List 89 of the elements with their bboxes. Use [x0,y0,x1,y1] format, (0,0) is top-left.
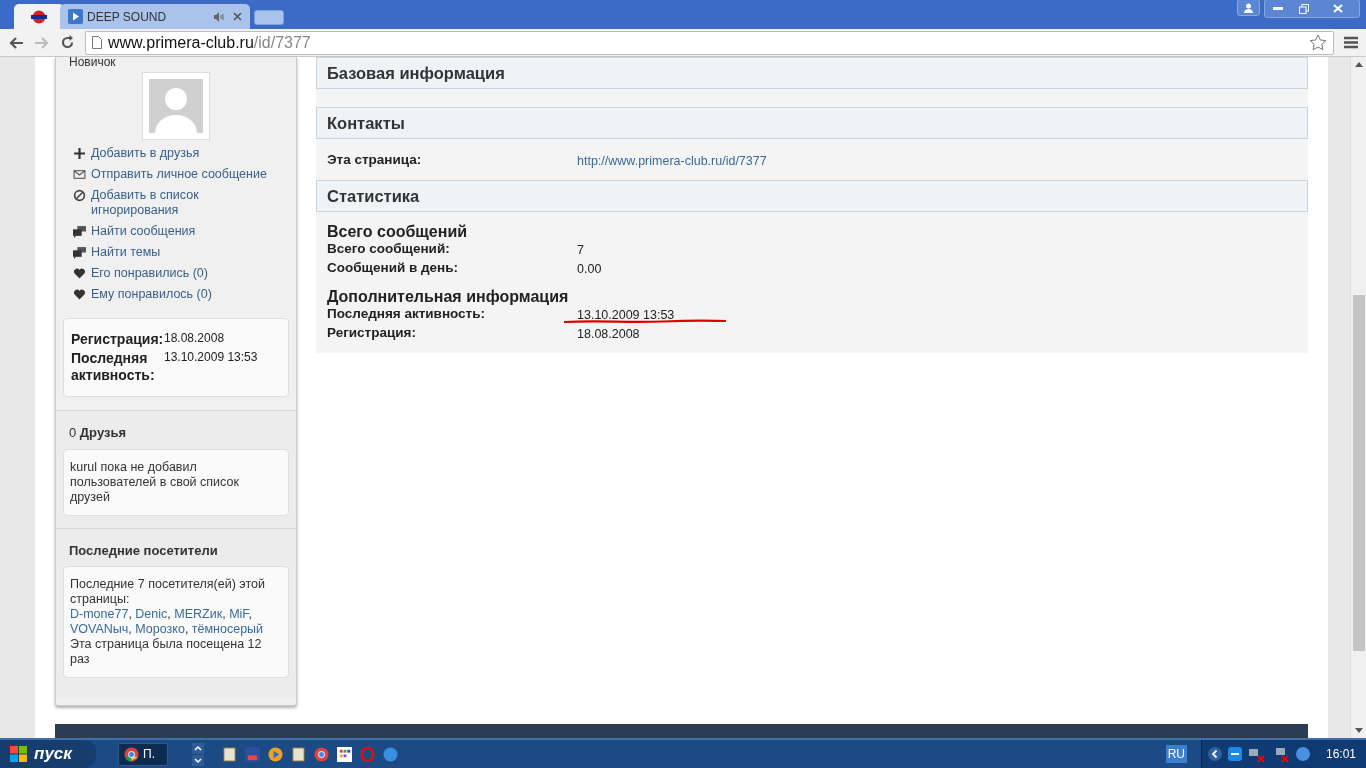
quick-launch-icon[interactable] [222,746,237,762]
scrollbar[interactable] [1350,57,1366,738]
info-label: Последняя активность: [71,350,156,384]
section-header: Контакты [316,107,1308,139]
separator-comma: , [184,622,189,636]
group-heading: Всего сообщений [327,224,469,240]
field-value: 0.00 [577,262,602,276]
field-label: Последняя активность: [327,305,487,323]
close-icon [1333,4,1343,13]
restore-icon [1299,3,1309,14]
field-label: Сообщений в день: [327,259,460,277]
language-indicator[interactable]: RU [1165,745,1187,763]
profile-action-link[interactable]: Найти сообщения [91,224,196,239]
clock-text: 16:01 [1325,746,1356,763]
taskbar-window-button[interactable]: П. [118,742,168,766]
menu-icon[interactable] [1344,36,1358,49]
url-text: www.primera-club.ru/id/7377 [108,32,311,53]
windows-logo-icon [10,745,28,763]
profile-button[interactable] [1237,0,1260,16]
quick-launch-icon[interactable] [314,746,329,762]
down-arrow-icon [192,754,204,766]
section-header: Базовая информация [316,57,1308,89]
globe-icon[interactable] [1295,747,1310,761]
visitor-link[interactable]: Морозко [135,622,185,636]
quick-launch-icon[interactable] [291,746,306,762]
scroll-down-icon [1354,728,1363,733]
avatar-silhouette [149,79,203,133]
visitor-link[interactable]: D-mone77 [70,607,129,621]
remote-app-icon[interactable] [1227,747,1242,761]
blocked-icon [73,189,86,202]
profile-action-link[interactable]: Добавить в список игнорирования [91,188,283,218]
quick-launch-icon[interactable] [268,746,283,762]
chat-bubbles-icon [73,246,86,259]
quick-launch-icon[interactable] [337,746,352,762]
envelope-icon [73,168,86,181]
field-value: 18.08.2008 [577,327,640,341]
heart-icon [73,288,86,301]
visitor-link[interactable]: тёмносерый [191,622,264,636]
play-icon [68,9,83,24]
visitors-heading: Последние посетители [68,541,219,560]
visitor-link[interactable]: MiF [229,607,249,621]
page-url-link[interactable]: http://www.primera-club.ru/id/7377 [577,154,767,168]
field-value: 7 [577,243,584,257]
separator-comma: , [128,607,132,621]
profile-action-link[interactable]: Найти темы [91,245,161,260]
field-value: 13.10.2009 13:53 [577,308,675,322]
chat-bubbles-icon [73,225,86,238]
scroll-arrows[interactable] [192,742,204,766]
scrollbar-thumb[interactable] [1352,295,1365,651]
chevron-left-icon[interactable] [1207,747,1222,761]
separator-comma: , [167,607,171,621]
profile-action-link[interactable]: Ему понравилось (0) [91,287,212,302]
speaker-icon [213,11,225,22]
separator-comma: , [128,622,132,636]
info-value: 18.08.2008 [164,331,226,347]
scroll-up-icon [1354,62,1363,67]
browser-tab[interactable]: DEEP SOUND [60,4,250,29]
person-icon [1244,2,1253,13]
visit-count-text: Эта страница была посещена 12 раз [70,637,263,667]
reload-icon[interactable] [60,35,75,50]
field-label: Всего сообщений: [327,240,451,258]
info-value: 13.10.2009 13:53 [164,350,259,366]
tab-title: DEEP SOUND [87,8,168,26]
site-logo-icon [30,9,48,24]
minimize-icon [1273,7,1283,10]
profile-action-link[interactable]: Отправить личное сообщение [91,167,267,182]
heart-icon [73,267,86,280]
field-label: Эта страница: [327,151,423,169]
profile-action-link[interactable]: Добавить в друзья [91,146,200,161]
page-icon [92,36,102,49]
profile-action-link[interactable]: Его понравились (0) [91,266,208,281]
info-label: Регистрация: [71,331,164,348]
network-disconnected-icon[interactable] [1247,746,1266,762]
chrome-icon [124,746,139,762]
friends-empty-text: kurul пока не добавил пользователей в свой список друзей [70,459,240,505]
visitors-intro: Последние 7 посетителя(ей) этой страницы: [70,577,266,607]
back-arrow-icon[interactable] [8,35,24,50]
address-bar[interactable]: www.primera-club.ru/id/7377 [85,30,1334,55]
separator-comma: , [222,607,226,621]
friends-heading: 0 Друзья [68,424,127,442]
plus-icon [73,147,86,160]
star-icon[interactable] [1309,34,1327,51]
close-icon[interactable] [233,12,242,21]
start-button[interactable]: пуск [0,740,96,768]
group-heading: Дополнительная информация [327,289,570,305]
field-label: Регистрация: [327,324,417,342]
user-rank: Новичок [69,55,117,69]
section-header: Статистика [316,180,1308,212]
up-arrow-icon [192,742,204,754]
